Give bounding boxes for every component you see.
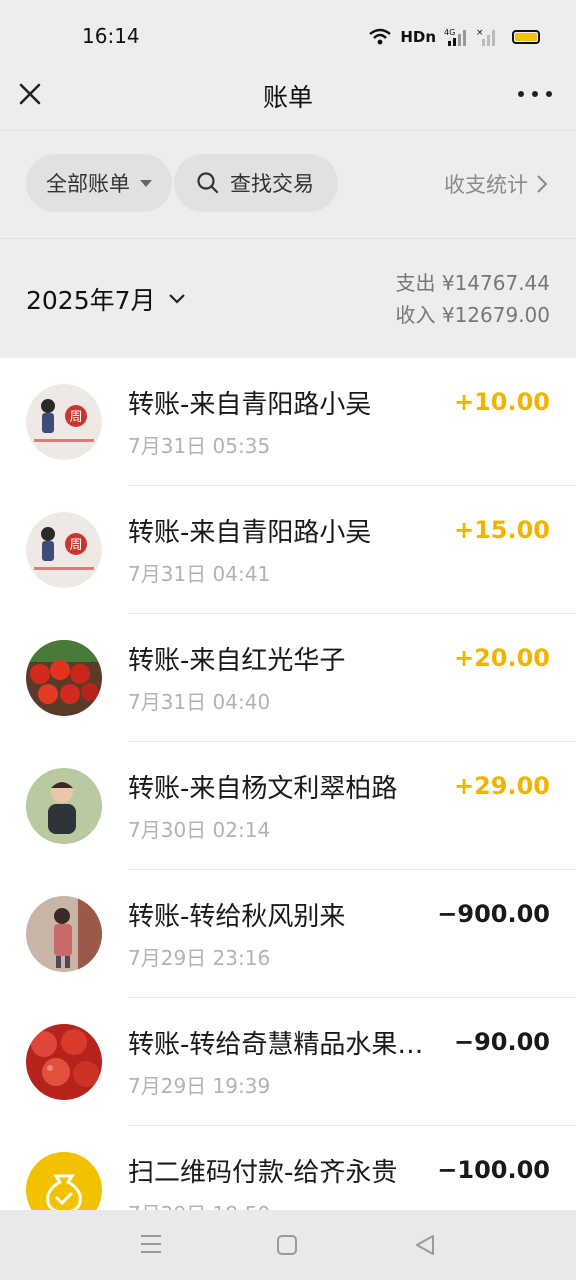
- month-header: 2025年7月 支出 ¥14767.44 收入 ¥12679.00: [0, 238, 576, 358]
- transaction-time: 7月31日 04:41: [128, 562, 271, 586]
- search-icon: [197, 172, 219, 194]
- transaction-time: 7月31日 04:40: [128, 690, 271, 714]
- money-bag-icon: [26, 1152, 102, 1210]
- transaction-title: 转账-来自红光华子: [128, 646, 346, 676]
- dot-icon: [546, 91, 552, 97]
- signal-empty-icon: ×: [476, 27, 498, 47]
- menu-button[interactable]: [140, 1234, 162, 1258]
- transaction-amount: +20.00: [453, 644, 550, 672]
- svg-text:周: 周: [69, 538, 82, 553]
- transaction-amount: −100.00: [437, 1156, 550, 1184]
- all-bills-label: 全部账单: [46, 172, 130, 196]
- transaction-time: 7月30日 02:14: [128, 818, 271, 842]
- menu-icon: [141, 1235, 161, 1253]
- filter-bar: 全部账单 查找交易 收支统计: [0, 130, 576, 238]
- transaction-amount: −900.00: [437, 900, 550, 928]
- transaction-time: 7月29日 18:50: [128, 1198, 270, 1210]
- caret-down-icon: [140, 179, 152, 187]
- signal-4g-icon: 4G: [444, 27, 468, 47]
- status-icons: HDn 4G ×: [368, 24, 540, 50]
- search-transactions-button[interactable]: 查找交易: [174, 154, 338, 212]
- transaction-row[interactable]: 转账-转给秋风别来 7月29日 23:16 −900.00: [0, 870, 576, 998]
- dot-icon: [518, 91, 524, 97]
- stats-label: 收支统计: [444, 173, 528, 197]
- transaction-list: 周 转账-来自青阳路小吴 7月31日 05:35 +10.00 周 转账-来自青…: [0, 358, 576, 1210]
- status-bar: 16:14 HDn 4G ×: [0, 0, 576, 72]
- transaction-time: 7月29日 19:39: [128, 1074, 271, 1098]
- transaction-row[interactable]: 扫二维码付款-给齐永贵 7月29日 18:50 −100.00: [0, 1126, 576, 1210]
- chevron-down-icon: [168, 294, 185, 304]
- home-button[interactable]: [276, 1234, 298, 1260]
- transaction-title: 转账-来自杨文利翠柏路: [128, 774, 398, 804]
- income-expense-stats-link[interactable]: 收支统计: [444, 169, 548, 199]
- system-nav-bar: [0, 1210, 576, 1280]
- child-avatar: [26, 768, 102, 844]
- transaction-row[interactable]: 转账-转给奇慧精品水果… 7月29日 19:39 −90.00: [0, 998, 576, 1126]
- svg-text:4G: 4G: [444, 28, 455, 37]
- transaction-title: 扫二维码付款-给齐永贵: [128, 1158, 398, 1188]
- woman-avatar: [26, 896, 102, 972]
- transaction-time: 7月29日 23:16: [128, 946, 271, 970]
- zhou-avatar: 周: [26, 384, 102, 460]
- transaction-title: 转账-来自青阳路小吴: [128, 390, 372, 420]
- transaction-amount: +29.00: [453, 772, 550, 800]
- transaction-row[interactable]: 转账-来自杨文利翠柏路 7月30日 02:14 +29.00: [0, 742, 576, 870]
- status-time: 16:14: [82, 24, 140, 48]
- month-totals: 支出 ¥14767.44 收入 ¥12679.00: [395, 267, 550, 331]
- transaction-title: 转账-来自青阳路小吴: [128, 518, 372, 548]
- back-button[interactable]: [414, 1234, 436, 1260]
- transaction-title: 转账-转给秋风别来: [128, 902, 346, 932]
- month-selector[interactable]: 2025年7月: [26, 281, 186, 317]
- back-icon: [416, 1235, 434, 1255]
- dot-icon: [532, 91, 538, 97]
- transaction-row[interactable]: 周 转账-来自青阳路小吴 7月31日 05:35 +10.00: [0, 358, 576, 486]
- transaction-amount: +15.00: [453, 516, 550, 544]
- transaction-row[interactable]: 周 转账-来自青阳路小吴 7月31日 04:41 +15.00: [0, 486, 576, 614]
- month-label: 2025年7月: [26, 286, 156, 315]
- wifi-icon: [368, 28, 392, 46]
- page-title: 账单: [262, 83, 313, 112]
- transaction-amount: −90.00: [453, 1028, 550, 1056]
- nav-bar: 账单: [0, 72, 576, 130]
- total-income: 收入 ¥12679.00: [395, 303, 550, 327]
- battery-icon: [512, 30, 540, 44]
- transaction-row[interactable]: 转账-来自红光华子 7月31日 04:40 +20.00: [0, 614, 576, 742]
- transaction-amount: +10.00: [453, 388, 550, 416]
- svg-text:×: ×: [476, 28, 484, 38]
- search-label: 查找交易: [230, 172, 314, 196]
- svg-text:周: 周: [69, 410, 82, 425]
- all-bills-dropdown[interactable]: 全部账单: [26, 154, 172, 212]
- chevron-right-icon: [537, 175, 548, 193]
- total-expense: 支出 ¥14767.44: [395, 271, 550, 295]
- more-options-button[interactable]: [518, 82, 552, 106]
- network-label: HDn: [400, 28, 436, 46]
- apple-avatar: [26, 1024, 102, 1100]
- home-icon: [277, 1235, 297, 1255]
- transaction-time: 7月31日 05:35: [128, 434, 271, 458]
- tomato-avatar: [26, 640, 102, 716]
- transaction-title: 转账-转给奇慧精品水果…: [128, 1030, 424, 1060]
- zhou-avatar: 周: [26, 512, 102, 588]
